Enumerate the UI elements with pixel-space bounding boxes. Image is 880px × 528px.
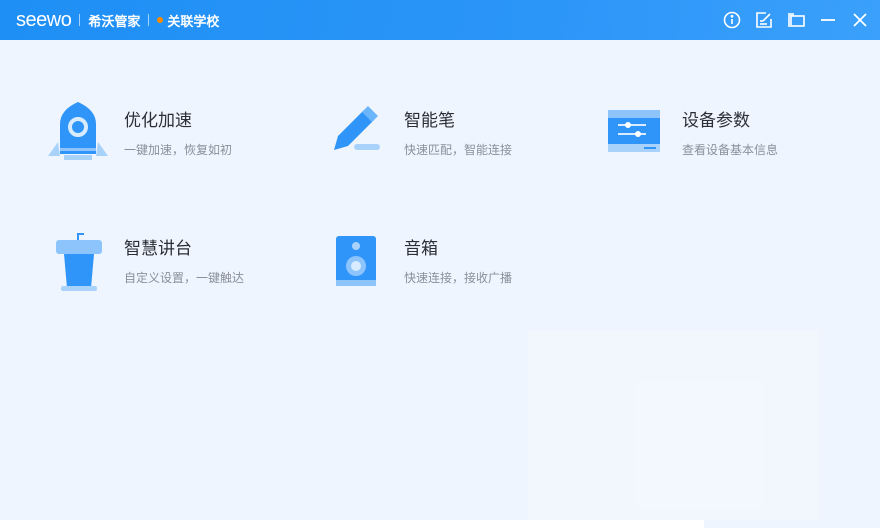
minimize-icon[interactable] bbox=[816, 8, 840, 32]
feature-smart-podium[interactable]: 智慧讲台自定义设置，一键触达 bbox=[46, 230, 244, 294]
bottom-strip bbox=[0, 520, 704, 528]
feature-device-params[interactable]: 设备参数查看设备基本信息 bbox=[604, 102, 778, 166]
feature-title: 优化加速 bbox=[124, 111, 192, 131]
feature-speaker[interactable]: 音箱快速连接，接收广播 bbox=[326, 230, 512, 294]
speaker-icon bbox=[336, 236, 376, 286]
title-bar: seewo 希沃管家 关联学校 bbox=[0, 0, 880, 40]
podium-icon bbox=[56, 233, 102, 291]
feature-title: 音箱 bbox=[404, 239, 438, 259]
feature-title: 设备参数 bbox=[682, 111, 750, 131]
divider bbox=[79, 14, 81, 26]
school-link[interactable]: 关联学校 bbox=[167, 11, 219, 30]
background-decoration bbox=[528, 330, 818, 520]
app-name: 希沃管家 bbox=[88, 14, 141, 30]
feature-optimize[interactable]: 优化加速一键加速，恢复如初 bbox=[46, 102, 232, 166]
feature-smart-pen[interactable]: 智能笔快速匹配，智能连接 bbox=[326, 102, 512, 166]
feature-subtitle: 快速连接，接收广播 bbox=[404, 271, 513, 285]
device-settings-icon bbox=[608, 110, 660, 152]
feature-title: 智慧讲台 bbox=[124, 239, 192, 259]
rocket-icon bbox=[48, 102, 108, 160]
pen-icon bbox=[334, 106, 380, 150]
feature-subtitle: 快速匹配，智能连接 bbox=[404, 143, 513, 157]
feature-subtitle: 自定义设置，一键触达 bbox=[124, 271, 245, 285]
screen-icon[interactable] bbox=[784, 8, 808, 32]
status-dot bbox=[157, 17, 164, 23]
feature-title: 智能笔 bbox=[404, 111, 455, 131]
feature-subtitle: 查看设备基本信息 bbox=[682, 143, 779, 157]
feedback-icon[interactable] bbox=[752, 8, 776, 32]
divider bbox=[148, 14, 150, 26]
close-icon[interactable] bbox=[848, 8, 872, 32]
seewo-logo: seewo bbox=[16, 8, 72, 31]
feature-subtitle: 一键加速，恢复如初 bbox=[124, 143, 233, 157]
info-icon[interactable] bbox=[720, 8, 744, 32]
